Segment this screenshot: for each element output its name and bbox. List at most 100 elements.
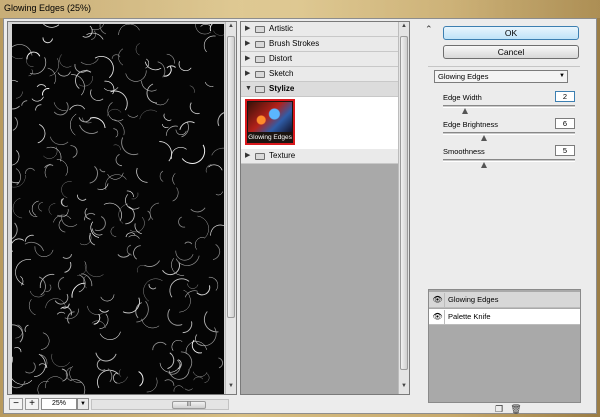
- edge-stroke: [106, 108, 122, 117]
- edge-stroke: [12, 378, 33, 385]
- edge-stroke: [87, 305, 104, 315]
- zoom-in-button[interactable]: +: [25, 398, 39, 410]
- edge-stroke: [189, 85, 195, 93]
- edge-stroke: [25, 362, 36, 374]
- folder-texture[interactable]: ▶ Texture: [241, 149, 399, 164]
- edge-stroke: [215, 191, 223, 196]
- edge-stroke: [21, 100, 28, 106]
- preview-vertical-scroll-thumb[interactable]: [227, 36, 235, 318]
- edge-brightness-slider-knob[interactable]: [480, 135, 487, 141]
- zoom-out-button[interactable]: −: [9, 398, 23, 410]
- edge-stroke: [144, 61, 162, 71]
- new-effect-layer-icon[interactable]: ❐: [493, 404, 505, 414]
- edge-brightness-slider[interactable]: [443, 132, 575, 141]
- edge-stroke: [12, 116, 18, 131]
- smoothness-slider-knob[interactable]: [480, 162, 487, 168]
- edge-stroke: [105, 174, 127, 190]
- edge-stroke: [91, 228, 103, 236]
- window-title: Glowing Edges (25%): [4, 3, 92, 13]
- edge-stroke: [182, 321, 193, 334]
- edge-stroke: [197, 215, 209, 239]
- edge-stroke: [125, 70, 147, 82]
- double-chevron-up-icon[interactable]: ⌃: [425, 24, 433, 35]
- edge-stroke: [24, 241, 44, 252]
- chevron-down-icon: ▼: [80, 401, 86, 407]
- edge-width-field[interactable]: 2: [555, 91, 575, 102]
- edge-stroke: [24, 324, 29, 332]
- edge-stroke: [38, 201, 43, 212]
- edge-stroke: [217, 112, 224, 127]
- eye-icon[interactable]: 👁: [431, 293, 445, 307]
- edge-brightness-field[interactable]: 6: [555, 118, 575, 129]
- edge-stroke: [169, 278, 190, 298]
- edge-stroke: [189, 102, 200, 115]
- trash-icon[interactable]: 🗑: [510, 404, 522, 414]
- edge-stroke: [122, 297, 140, 314]
- edge-stroke: [59, 54, 72, 68]
- eye-icon[interactable]: 👁: [431, 310, 445, 324]
- edge-stroke: [218, 357, 224, 369]
- collapse-triangle-icon[interactable]: ▼: [245, 82, 252, 96]
- scroll-down-icon[interactable]: ▼: [400, 383, 408, 393]
- cancel-button[interactable]: Cancel: [443, 45, 579, 59]
- edge-stroke: [24, 234, 34, 242]
- effect-layers-panel: 👁 Glowing Edges 👁 Palette Knife: [428, 289, 581, 403]
- edge-stroke: [194, 237, 205, 250]
- edge-width-slider-knob[interactable]: [461, 108, 468, 114]
- filter-select[interactable]: Glowing Edges ▼: [434, 70, 568, 83]
- smoothness-slider[interactable]: [443, 159, 575, 168]
- edge-stroke: [171, 339, 183, 351]
- layer-palette-knife[interactable]: 👁 Palette Knife: [429, 309, 580, 325]
- folder-distort[interactable]: ▶ Distort: [241, 52, 399, 67]
- edge-stroke: [209, 24, 213, 32]
- scroll-up-icon[interactable]: ▲: [227, 23, 235, 33]
- folder-icon: [255, 41, 265, 48]
- edge-stroke: [24, 167, 35, 174]
- edge-stroke: [127, 114, 139, 118]
- folder-icon: [255, 71, 265, 78]
- folder-brush-strokes[interactable]: ▶ Brush Strokes: [241, 37, 399, 52]
- edge-stroke: [113, 144, 121, 151]
- gallery-scrollbar[interactable]: ▲ ▼: [398, 22, 409, 394]
- edge-stroke: [62, 253, 73, 259]
- layer-glowing-edges[interactable]: 👁 Glowing Edges: [429, 292, 580, 308]
- filter-thumbnail-glowing-edges[interactable]: Glowing Edges: [245, 99, 295, 145]
- preview-horizontal-scrollbar[interactable]: III: [91, 399, 229, 410]
- preview-horizontal-scroll-thumb[interactable]: III: [172, 401, 206, 409]
- edge-brightness-label: Edge Brightness: [443, 120, 499, 129]
- edge-width-slider[interactable]: [443, 105, 575, 114]
- folder-artistic[interactable]: ▶ Artistic: [241, 22, 399, 37]
- preview-image[interactable]: [12, 24, 224, 394]
- edge-stroke: [148, 284, 157, 290]
- edge-stroke: [203, 311, 219, 333]
- edge-stroke: [187, 283, 199, 289]
- edge-stroke: [146, 83, 158, 104]
- scroll-up-icon[interactable]: ▲: [400, 23, 408, 33]
- title-bar[interactable]: Glowing Edges (25%): [0, 0, 600, 18]
- expand-triangle-icon[interactable]: ▶: [245, 67, 250, 81]
- edge-stroke: [91, 24, 104, 31]
- edge-stroke: [37, 124, 46, 144]
- edge-stroke: [161, 123, 169, 128]
- edge-stroke: [14, 347, 22, 353]
- folder-sketch[interactable]: ▶ Sketch: [241, 67, 399, 82]
- zoom-dropdown-button[interactable]: ▼: [77, 398, 89, 410]
- gallery-scroll-thumb[interactable]: [400, 36, 408, 370]
- expand-triangle-icon[interactable]: ▶: [245, 22, 250, 36]
- edge-stroke: [12, 80, 19, 83]
- expand-triangle-icon[interactable]: ▶: [245, 37, 250, 51]
- scroll-down-icon[interactable]: ▼: [227, 383, 235, 393]
- expand-triangle-icon[interactable]: ▶: [245, 149, 250, 163]
- expand-triangle-icon[interactable]: ▶: [245, 52, 250, 66]
- edge-stroke: [51, 353, 70, 367]
- edge-stroke: [163, 113, 172, 121]
- folder-stylize[interactable]: ▼ Stylize: [241, 82, 399, 97]
- edge-stroke: [159, 170, 164, 182]
- ok-button[interactable]: OK: [443, 26, 579, 40]
- zoom-level-field[interactable]: 25%: [41, 398, 77, 410]
- smoothness-field[interactable]: 5: [555, 145, 575, 156]
- preview-vertical-scrollbar[interactable]: ▲ ▼: [225, 22, 236, 394]
- edge-stroke: [172, 173, 176, 185]
- edge-stroke: [196, 285, 211, 296]
- edge-stroke: [167, 352, 175, 370]
